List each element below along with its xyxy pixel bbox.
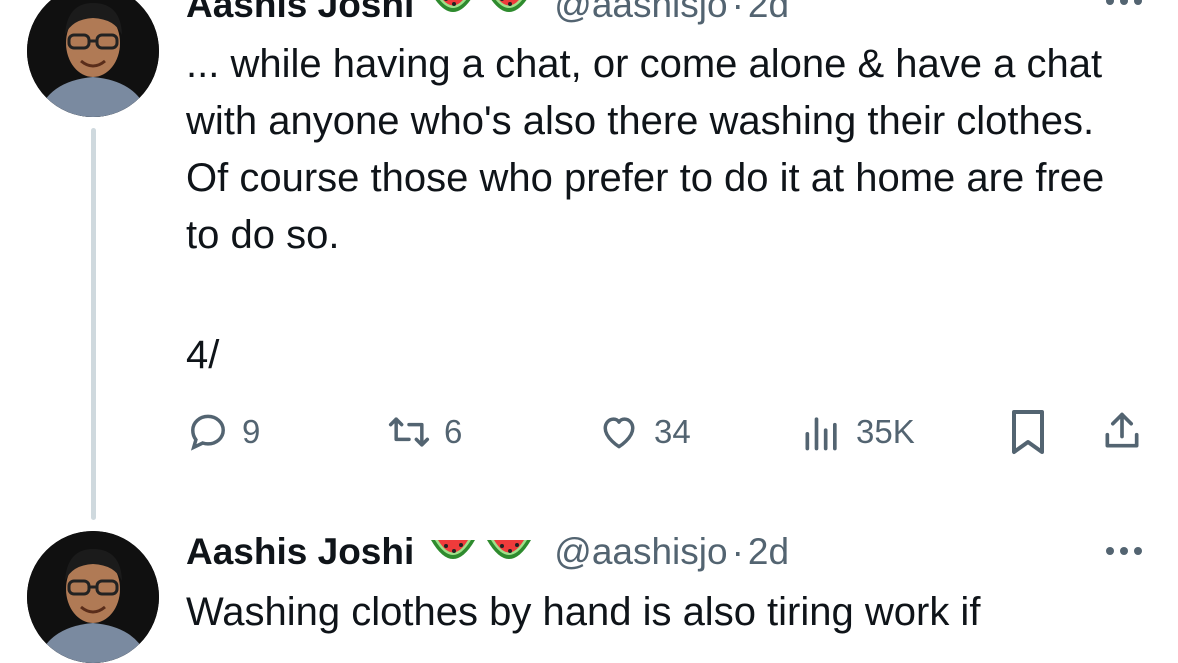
share-icon: [1105, 412, 1139, 448]
more-icon[interactable]: [1106, 547, 1142, 555]
timestamp[interactable]: 2d: [748, 530, 789, 574]
watermelon-emoji-icon: [428, 0, 478, 25]
avatar[interactable]: [27, 531, 159, 663]
more-icon[interactable]: [1106, 0, 1142, 5]
tweet-actions: 9 6 34 35K: [186, 406, 1146, 456]
watermelon-emoji-icon: [428, 532, 478, 572]
like-count: 34: [654, 413, 691, 450]
timestamp[interactable]: 2d: [748, 0, 789, 27]
like-button[interactable]: 34: [596, 410, 691, 454]
repost-button[interactable]: 6: [386, 410, 462, 454]
reply-button[interactable]: 9: [186, 410, 260, 454]
separator-dot: ·: [731, 0, 744, 25]
thread-number: 4/: [186, 333, 220, 377]
thread-line: [91, 128, 96, 520]
repost-count: 6: [444, 413, 463, 450]
reply-count: 9: [242, 413, 261, 450]
separator-dot: ·: [731, 531, 744, 572]
tweet-header: Aashis Joshi @aashisjo · 2d: [186, 530, 789, 574]
tweet-text: Washing clothes by hand is also tiring w…: [186, 590, 981, 634]
author-name[interactable]: Aashis Joshi: [186, 530, 414, 574]
views-button[interactable]: 35K: [800, 410, 915, 454]
author-handle[interactable]: @aashisjo: [554, 530, 727, 574]
bookmark-button[interactable]: [1008, 408, 1048, 456]
views-icon: [805, 417, 837, 451]
tweet-text: ... while having a chat, or come alone &…: [186, 42, 1105, 257]
reply-icon: [190, 414, 225, 451]
author-handle[interactable]: @aashisjo: [554, 0, 727, 27]
tweet-header: Aashis Joshi @aashisjo · 2d: [186, 0, 789, 27]
like-icon: [603, 417, 635, 449]
author-name[interactable]: Aashis Joshi: [186, 0, 414, 27]
watermelon-emoji-icon: [484, 532, 534, 572]
avatar[interactable]: [27, 0, 159, 117]
repost-icon: [388, 417, 430, 447]
views-count: 35K: [856, 413, 915, 450]
share-button[interactable]: [1100, 408, 1144, 454]
bookmark-icon: [1012, 410, 1044, 454]
watermelon-emoji-icon: [484, 0, 534, 25]
